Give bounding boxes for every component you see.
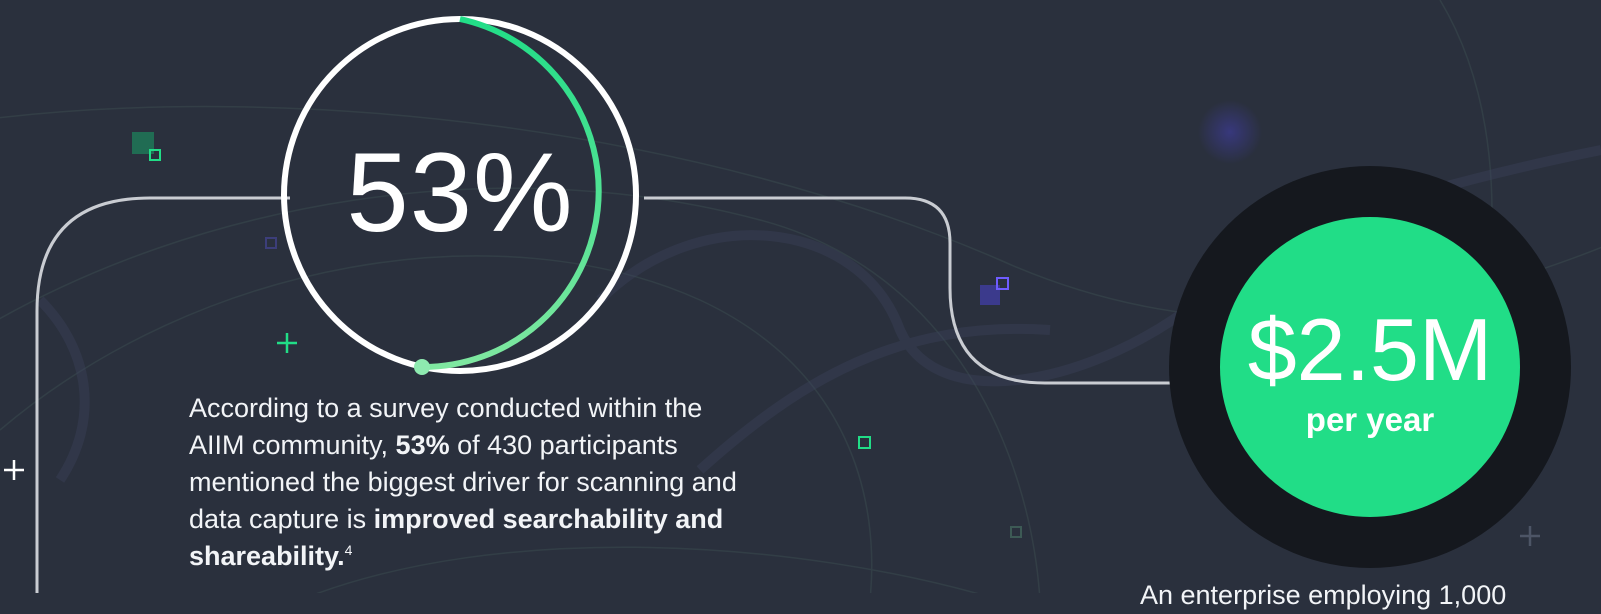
square-outline-icon [858,436,871,449]
stat-circle: 53% [280,15,640,375]
square-outline-icon [265,237,277,249]
plus-icon [1520,526,1540,546]
footnote-marker[interactable]: 4 [345,542,353,558]
plus-icon [4,460,24,480]
stat-body-highlight-percent: 53% [395,430,450,460]
cost-value: $2.5M [1247,300,1493,399]
stat-description: According to a survey conducted within t… [189,390,749,575]
stat-value: 53% [280,15,640,375]
glow-dot [1198,100,1262,164]
cost-caption: An enterprise employing 1,000 [1140,580,1507,610]
cost-badge-inner: $2.5M per year [1220,217,1520,517]
stat-value-text: 53% [346,129,574,255]
cost-badge: $2.5M per year [1169,166,1571,568]
square-outline-icon [1010,526,1022,538]
cost-unit: per year [1305,401,1435,438]
